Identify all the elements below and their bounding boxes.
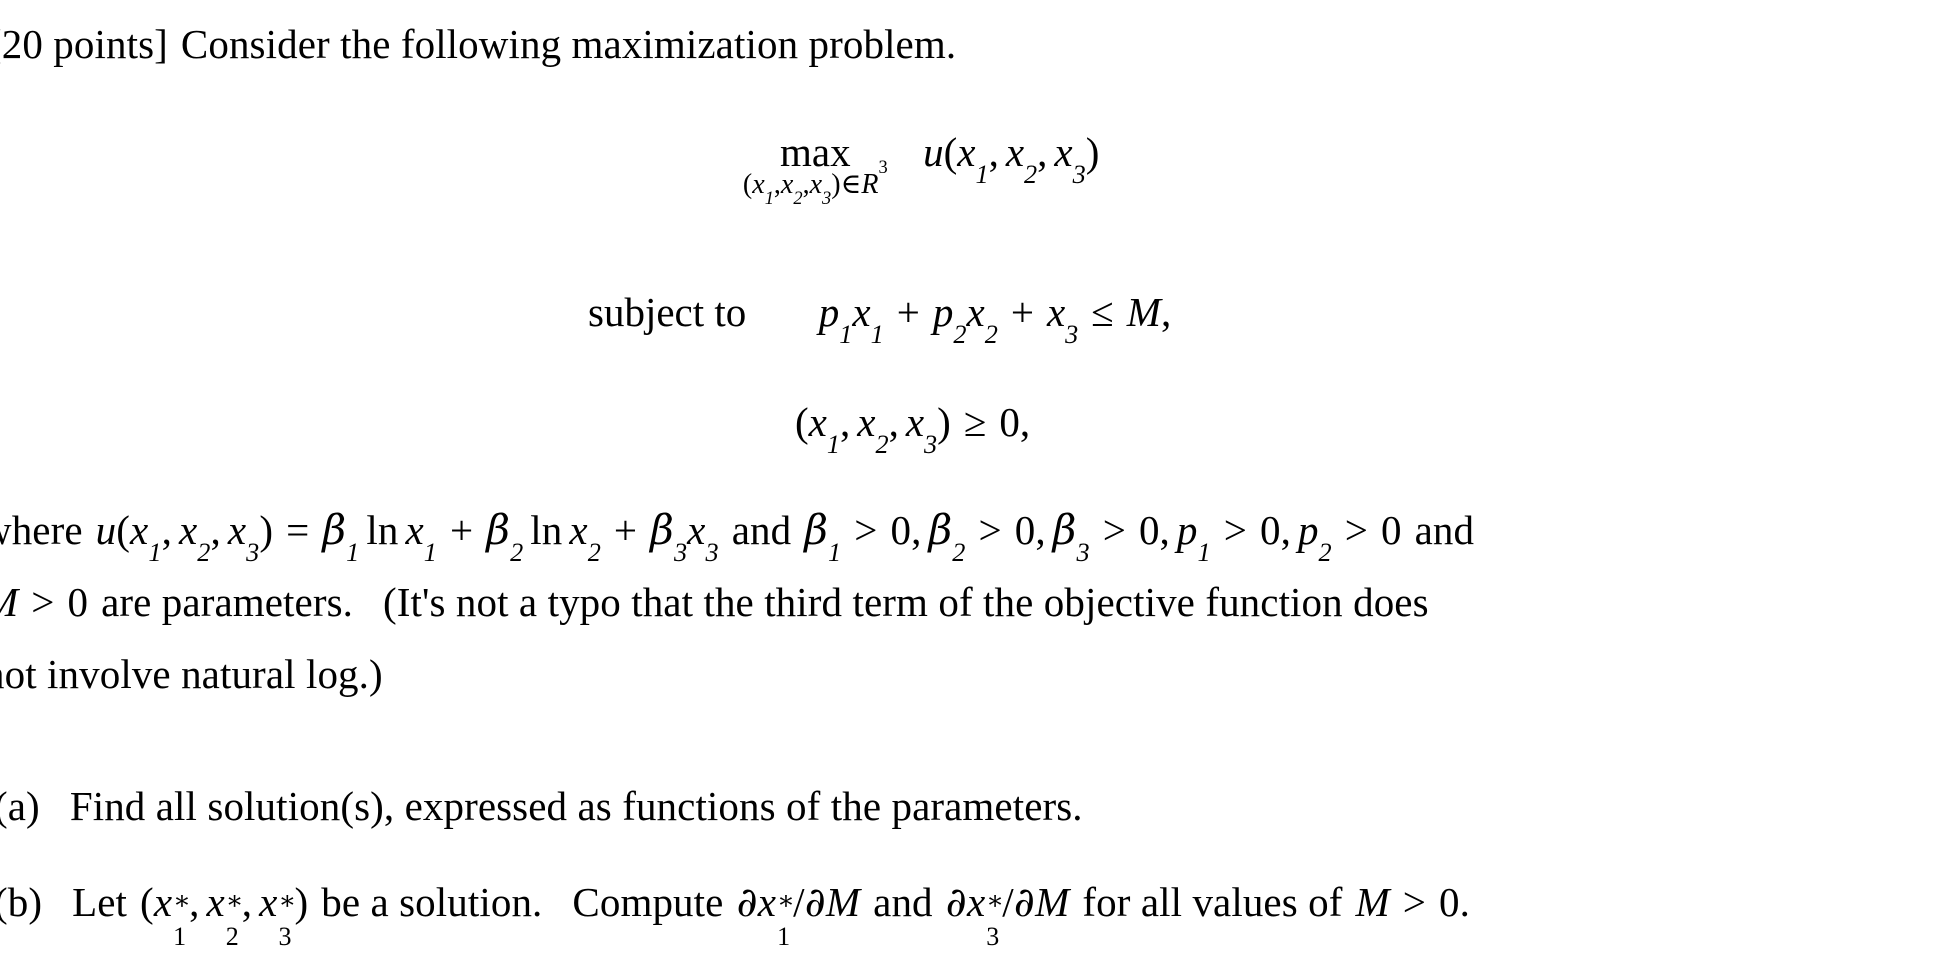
- item-b-marker: (b): [0, 879, 43, 925]
- item-b-for-all-values: for all values of: [1082, 879, 1343, 925]
- budget-expression: p1x1 + p2x2 + x3 ≤ M,: [818, 289, 1172, 350]
- item-b-let: Let: [72, 879, 128, 925]
- and-word-1: and: [731, 507, 792, 553]
- list-item-a: (a) Find all solution(s), expressed as fu…: [0, 782, 1083, 830]
- constraint-nonnegativity: (x1, x2, x3) ≥0,: [795, 398, 1031, 460]
- objective-equation: max (x1,x2,x3)∈R3 u(x1, x2, x3): [743, 128, 1100, 208]
- item-b-derivative-3: ∂x ∗ 3/∂M: [945, 878, 1070, 951]
- max-operator-with-limits: max (x1,x2,x3)∈R3: [743, 128, 888, 208]
- problem-header-text: Consider the following maximization prob…: [180, 21, 957, 67]
- where-paragraph-line-2: M>0are parameters.(It's not a typo that …: [0, 579, 1429, 625]
- max-limits: (x1,x2,x3)∈R3: [742, 157, 888, 209]
- where-word: where: [0, 507, 83, 553]
- item-b-m-positive: M >0.: [1355, 879, 1470, 925]
- item-a-marker: (a): [0, 783, 40, 829]
- nonneg-expression: (x1, x2, x3) ≥0,: [795, 399, 1031, 460]
- item-b-and: and: [873, 879, 933, 925]
- constraint-budget: subject to p1x1 + p2x2 + x3 ≤ M,: [588, 288, 1172, 350]
- item-b-solution-tuple: (x ∗ 1, x ∗ 2, x ∗ 3): [140, 879, 309, 951]
- typo-note-tail: not involve natural log.): [0, 651, 383, 697]
- item-b-derivative-1: ∂x ∗ 1/∂M: [736, 878, 861, 951]
- document-page: [20 points] Consider the following maximi…: [0, 0, 1950, 966]
- where-paragraph-line-3: not involve natural log.): [0, 650, 383, 698]
- where-paragraph-line-1: whereu(x1,x2,x3)=β1lnx1+β2lnx2+β3x3andβ1…: [0, 506, 1475, 566]
- list-item-b: (b) Let (x∗1,x∗2,x∗3) be a solution. Compute…: [0, 878, 1470, 951]
- are-parameters-text: are parameters.: [101, 579, 353, 625]
- typo-note-text: (It's not a typo that the third term of …: [383, 579, 1429, 625]
- problem-header: [20 points] Consider the following maximi…: [0, 20, 956, 68]
- subject-to-label: subject to: [588, 289, 747, 335]
- points-label: [20 points]: [0, 21, 168, 67]
- and-word-2: and: [1414, 507, 1475, 553]
- item-b-be-a-solution: be a solution.: [321, 879, 543, 925]
- item-a-text: Find all solution(s), expressed as funct…: [69, 783, 1083, 829]
- item-b-compute: Compute: [572, 879, 724, 925]
- objective-function: u(x1, x2, x3): [923, 129, 1100, 190]
